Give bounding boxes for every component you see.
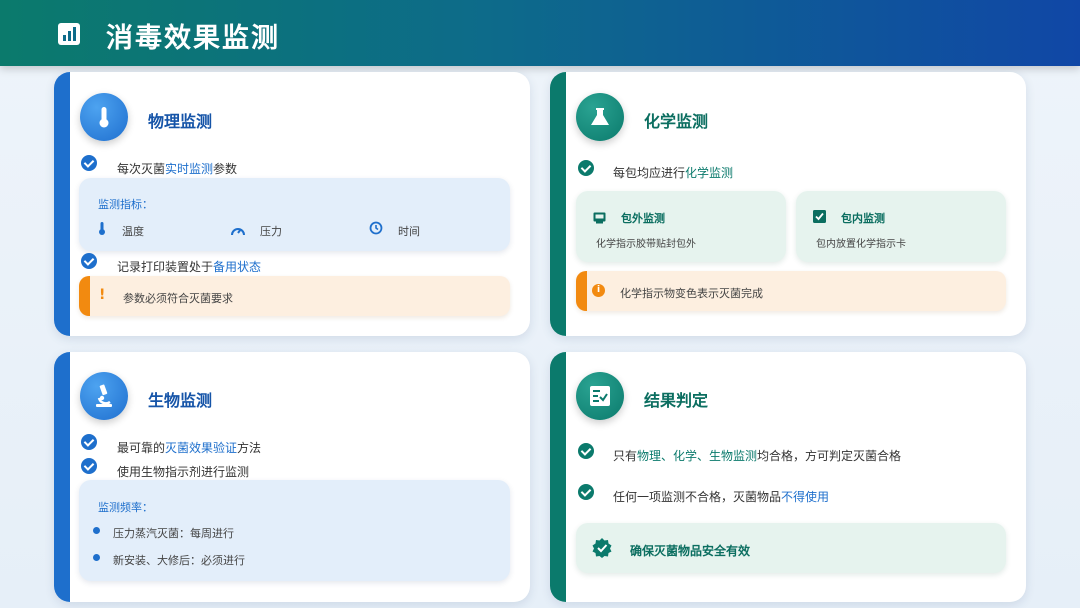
inner-monitoring-title: 包内监测 [841,212,885,225]
indicator-label: 时间 [398,225,420,238]
result-card: 结果判定 只有物理、化学、生物监测均合格，方可判定灭菌合格 任何一项监测不合格，… [550,352,1026,602]
verified-badge-icon [592,538,612,562]
card-title: 物理监测 [148,112,213,131]
conclusion-panel: 确保灭菌物品安全有效 [576,523,1006,573]
card-accent-bar [550,72,566,336]
check-icon [81,155,97,171]
conclusion-text: 确保灭菌物品安全有效 [630,544,751,558]
microscope-icon [80,372,128,420]
check-icon [578,443,594,459]
biological-line-2: 使用生物指示剂进行监测 [117,465,250,479]
check-icon [578,484,594,500]
thermometer-icon [97,221,107,240]
indicator-label: 压力 [260,225,282,238]
info-text: 化学指示物变色表示灭菌完成 [620,287,763,300]
physical-line-1: 每次灭菌实时监测参数 [117,162,238,176]
biological-monitoring-card: 生物监测 最可靠的灭菌效果验证方法 使用生物指示剂进行监测 监测频率： 压力蒸汽… [54,352,530,602]
check-icon [81,458,97,474]
frequency-item: 新安装、大修后：必须进行 [113,554,245,567]
card-title: 结果判定 [644,391,709,410]
exclamation-icon: ! [99,287,106,303]
thermometer-icon [80,93,128,141]
bar-chart-icon [58,23,80,45]
warning-text: 参数必须符合灭菌要求 [123,292,233,305]
physical-monitoring-card: 物理监测 每次灭菌实时监测参数 监测指标： 温度 压力 时间 记录打印装置处于备… [54,72,530,336]
checklist-icon [576,372,624,420]
frequency-panel: 监测频率： 压力蒸汽灭菌：每周进行 新安装、大修后：必须进行 [79,480,510,581]
inner-monitoring-panel: 包内监测 包内放置化学指示卡 [796,191,1006,262]
card-title: 生物监测 [148,391,213,410]
checkbox-icon [813,208,826,227]
result-line-1: 只有物理、化学、生物监测均合格，方可判定灭菌合格 [613,449,902,463]
biological-line-1: 最可靠的灭菌效果验证方法 [117,441,262,455]
indicators-label: 监测指标： [98,198,153,211]
info-panel: i 化学指示物变色表示灭菌完成 [576,271,1006,311]
card-accent-bar [550,352,566,602]
indicators-panel: 监测指标： 温度 压力 时间 [79,178,510,251]
card-title: 化学监测 [644,112,709,131]
warning-accent-bar [79,276,90,316]
info-accent-bar [576,271,587,311]
result-line-2: 任何一项监测不合格，灭菌物品不得使用 [613,490,830,504]
bullet-dot [93,527,100,534]
warning-panel: ! 参数必须符合灭菌要求 [79,276,510,316]
chemical-monitoring-card: 化学监测 每包均应进行化学监测 包外监测 化学指示胶带贴封包外 包内监测 包内放… [550,72,1026,336]
inner-monitoring-desc: 包内放置化学指示卡 [816,239,906,250]
check-icon [81,253,97,269]
info-icon: i [592,284,605,297]
check-icon [578,160,594,176]
check-icon [81,434,97,450]
chemical-line-1: 每包均应进行化学监测 [613,166,734,180]
indicator-label: 温度 [122,225,144,238]
gauge-icon [231,221,245,240]
clock-icon [369,220,383,239]
physical-line-2: 记录打印装置处于备用状态 [117,260,262,274]
header-bar: 消毒效果监测 [0,0,1080,66]
card-accent-bar [54,352,70,602]
card-accent-bar [54,72,70,336]
frequency-item: 压力蒸汽灭菌：每周进行 [113,527,234,540]
frequency-label: 监测频率： [98,501,153,514]
tray-icon [593,209,606,228]
page-title: 消毒效果监测 [106,23,280,54]
outer-monitoring-title: 包外监测 [621,212,665,225]
bullet-dot [93,554,100,561]
outer-monitoring-desc: 化学指示胶带贴封包外 [596,239,696,250]
outer-monitoring-panel: 包外监测 化学指示胶带贴封包外 [576,191,786,262]
flask-icon [576,93,624,141]
